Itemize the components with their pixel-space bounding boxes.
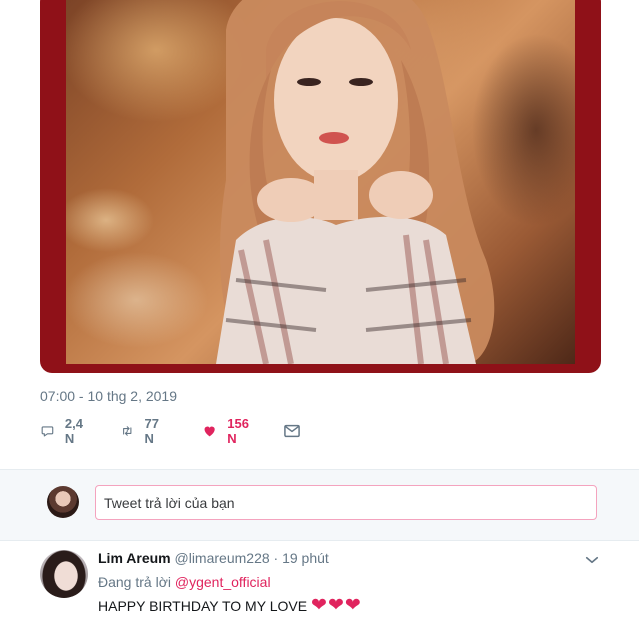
reply-input[interactable]: [95, 485, 597, 520]
current-user-avatar[interactable]: [47, 486, 79, 518]
reply-button[interactable]: 2,4 N: [40, 416, 88, 446]
replying-to-line: Đang trả lời @ygent_official: [98, 574, 271, 590]
like-count: 156 N: [227, 416, 249, 446]
chevron-down-icon[interactable]: [583, 551, 601, 569]
retweet-icon: [123, 426, 132, 436]
retweet-count: 77 N: [144, 416, 159, 446]
direct-message-button[interactable]: [282, 418, 302, 444]
photo-image: [66, 0, 575, 364]
heart-icon: [204, 426, 215, 437]
tweet-timestamp[interactable]: 07:00 - 10 thg 2, 2019: [40, 388, 177, 404]
heart-emoji: ❤: [327, 595, 344, 616]
reply-count: 2,4 N: [64, 416, 83, 446]
envelope-icon: [284, 424, 300, 438]
reply-icon: [41, 426, 54, 437]
reply-tweet-header: Lim Areum @limareum228 · 19 phút: [98, 550, 329, 566]
tweet-detail-page: 07:00 - 10 thg 2, 2019 2,4 N 77 N 156 N: [0, 0, 639, 623]
reply-text: HAPPY BIRTHDAY TO MY LOVE: [98, 597, 308, 614]
portrait-illustration: [216, 0, 495, 364]
author-name[interactable]: Lim Areum: [98, 550, 171, 566]
replying-label: Đang trả lời: [98, 574, 171, 590]
heart-emoji: ❤: [344, 595, 361, 616]
heart-emojis: ❤ ❤ ❤: [311, 595, 362, 616]
heart-emoji: ❤: [311, 595, 327, 616]
tweet-photo[interactable]: [40, 0, 601, 373]
reply-tweet-text: HAPPY BIRTHDAY TO MY LOVE ❤ ❤ ❤: [98, 595, 362, 616]
author-handle[interactable]: @limareum228: [175, 550, 270, 566]
mention-link[interactable]: @ygent_official: [175, 574, 271, 590]
like-button[interactable]: 156 N: [202, 416, 254, 446]
retweet-button[interactable]: 77 N: [120, 416, 164, 446]
separator-dot: ·: [273, 550, 279, 566]
reply-author-avatar[interactable]: [40, 550, 88, 598]
reply-time[interactable]: 19 phút: [282, 550, 329, 566]
